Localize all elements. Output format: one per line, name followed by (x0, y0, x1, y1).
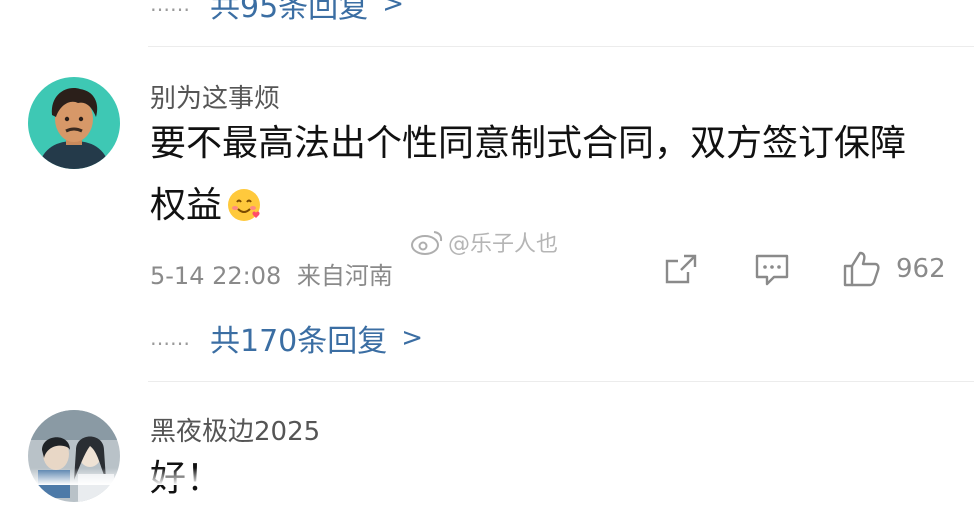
chevron-right-icon: > (401, 323, 424, 353)
comment-username[interactable]: 黑夜极边2025 (150, 411, 320, 448)
comment-icon (755, 254, 789, 286)
comment-meta: 5-14 22:08 来自河南 (150, 256, 393, 291)
reply-count-text: 共170条回复 (210, 324, 388, 359)
chevron-right-icon: > (382, 0, 404, 19)
divider (148, 381, 974, 382)
like-icon (843, 251, 880, 287)
comment-username[interactable]: 别为这事烦 (150, 78, 280, 115)
comment-location: 来自河南 (296, 262, 393, 290)
smiling-face-with-hearts-emoji-icon (226, 181, 262, 243)
like-button[interactable]: 962 (842, 250, 946, 288)
comment-time: 5-14 22:08 (150, 262, 282, 290)
view-replies-link[interactable]: …… 共170条回复 > (150, 316, 423, 360)
like-count: 962 (896, 254, 946, 284)
reply-count-text: 共95条回复 (210, 0, 369, 25)
comment-button[interactable] (754, 253, 790, 287)
divider (148, 46, 974, 47)
top-reply-link[interactable]: …… 共95条回复 > (150, 0, 404, 26)
bottom-fade (0, 468, 974, 485)
reply-dots: …… (150, 0, 190, 16)
comment-text: 要不最高法出个性同意制式合同，双方签订保障权益 (150, 123, 907, 226)
watermark-text: @乐子人也 (448, 232, 559, 257)
weibo-logo-icon (411, 231, 443, 255)
share-icon (665, 254, 697, 284)
avatar-illustration (28, 410, 120, 502)
avatar[interactable] (28, 410, 120, 502)
avatar-illustration (28, 77, 120, 169)
reply-dots: …… (150, 326, 190, 350)
share-button[interactable] (664, 253, 698, 285)
weibo-watermark: @乐子人也 (410, 226, 558, 258)
avatar[interactable] (28, 77, 120, 169)
comment-content: 要不最高法出个性同意制式合同，双方签订保障权益 (150, 113, 930, 243)
